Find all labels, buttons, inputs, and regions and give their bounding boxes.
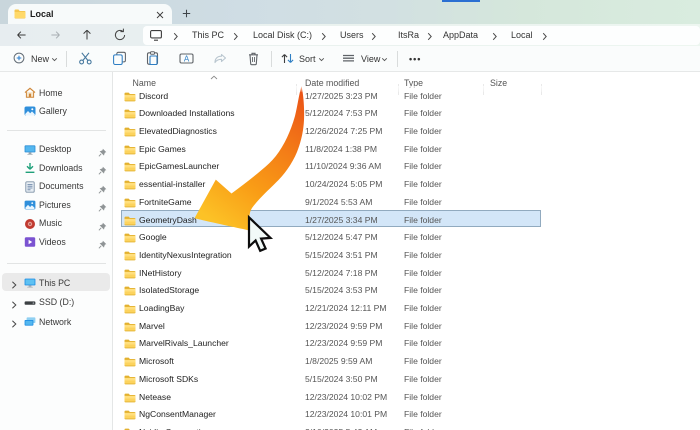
- svg-text:A: A: [184, 55, 190, 64]
